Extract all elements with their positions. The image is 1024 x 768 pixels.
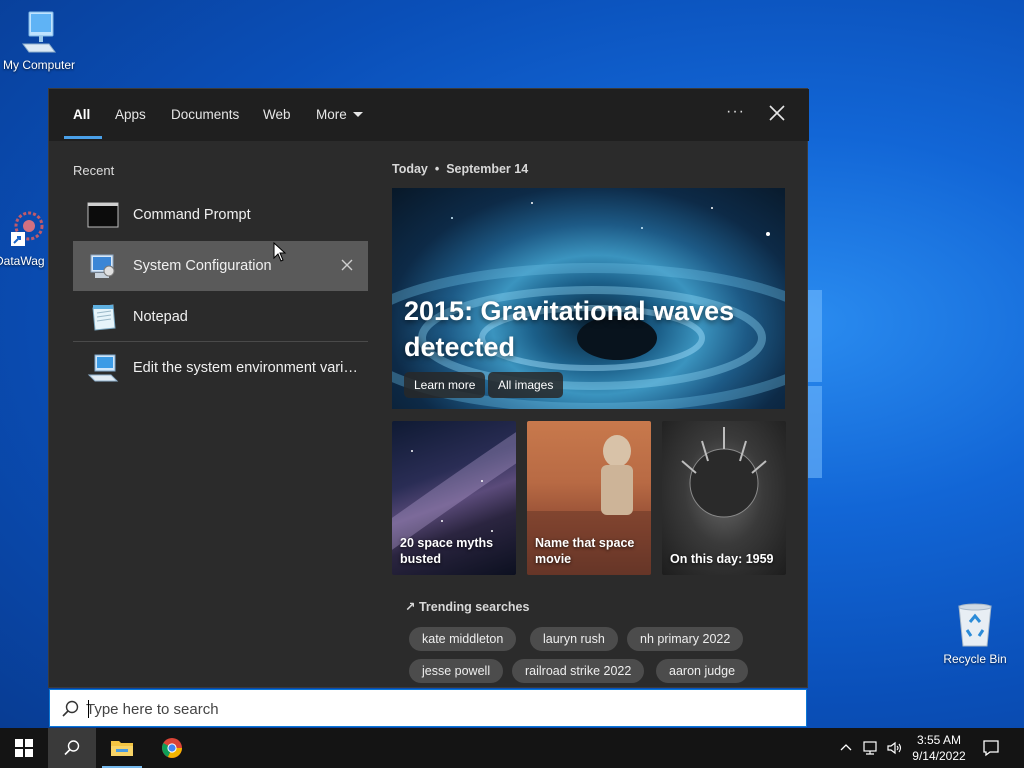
- windows-logo-icon: [15, 739, 33, 757]
- tab-apps[interactable]: Apps: [115, 107, 146, 122]
- tab-web[interactable]: Web: [263, 107, 291, 122]
- recent-item-system-configuration[interactable]: System Configuration: [73, 241, 368, 291]
- system-properties-icon: [87, 354, 119, 382]
- trending-up-icon: ↗: [405, 600, 416, 614]
- clock-date: 9/14/2022: [912, 749, 966, 763]
- recent-item-label: Edit the system environment variables: [133, 360, 365, 376]
- card-caption: On this day: 1959: [670, 552, 774, 566]
- hero-title: 2015: Gravitational waves detected: [404, 296, 735, 362]
- trending-chip[interactable]: jesse powell: [409, 659, 504, 683]
- trending-chip[interactable]: aaron judge: [656, 659, 749, 683]
- card-space-movie[interactable]: Name that space movie: [527, 421, 651, 575]
- tab-more-label: More: [316, 107, 347, 122]
- taskbar-search-box[interactable]: [49, 689, 807, 727]
- recent-divider: [73, 341, 368, 342]
- today-label: Today: [392, 162, 428, 176]
- search-panel: All Apps Documents Web More ··· Recent C…: [48, 88, 809, 688]
- tab-documents[interactable]: Documents: [171, 107, 239, 122]
- search-input[interactable]: [86, 697, 786, 721]
- close-icon[interactable]: [767, 103, 787, 123]
- computer-icon: [22, 11, 56, 53]
- notepad-icon: [92, 304, 116, 331]
- remove-from-list-icon[interactable]: [338, 256, 356, 274]
- search-icon: [62, 700, 79, 717]
- system-config-icon: [90, 254, 115, 278]
- trending-label: Trending searches: [418, 600, 530, 614]
- today-separator: •: [434, 162, 440, 176]
- action-center-button[interactable]: [968, 728, 1014, 768]
- recent-item-environment-variables[interactable]: Edit the system environment variables: [73, 343, 368, 393]
- trending-chip[interactable]: nh primary 2022: [627, 627, 744, 651]
- desktop-icon-label: DataWag: [0, 254, 45, 268]
- recent-item-label: Command Prompt: [133, 207, 251, 223]
- clock-time: 3:55 AM: [916, 733, 962, 747]
- recent-item-label: System Configuration: [133, 258, 272, 274]
- desktop-icon-datawag[interactable]: DataWag: [0, 206, 55, 268]
- desktop-light-beam: [808, 290, 822, 382]
- today-heading: Today • September 14: [392, 162, 528, 176]
- card-caption: 20 space myths busted: [400, 536, 494, 566]
- recent-item-notepad[interactable]: Notepad: [73, 292, 368, 342]
- desktop-icon-label: Recycle Bin: [943, 652, 1007, 666]
- all-images-button[interactable]: All images: [488, 372, 564, 398]
- card-on-this-day[interactable]: On this day: 1959: [662, 421, 786, 575]
- command-prompt-icon: [87, 202, 119, 228]
- recent-heading: Recent: [73, 163, 115, 178]
- search-tabs-bar: All Apps Documents Web More ···: [49, 89, 809, 141]
- trending-chip[interactable]: railroad strike 2022: [512, 659, 645, 683]
- active-tab-indicator: [64, 136, 102, 139]
- trending-chip[interactable]: lauryn rush: [530, 627, 618, 651]
- chrome-icon: [162, 738, 182, 758]
- taskbar-search-button[interactable]: [48, 728, 96, 768]
- recycle-bin-icon: [958, 603, 992, 647]
- tab-all[interactable]: All: [73, 107, 90, 122]
- system-tray: [838, 728, 904, 768]
- desktop-icon-my-computer[interactable]: My Computer: [0, 10, 81, 72]
- start-button[interactable]: [0, 728, 48, 768]
- network-icon[interactable]: [862, 740, 880, 756]
- folder-icon: [111, 741, 133, 756]
- more-options-button[interactable]: ···: [726, 103, 745, 121]
- card-caption: Name that space movie: [535, 536, 635, 566]
- show-hidden-icons-icon[interactable]: [838, 740, 854, 756]
- taskbar: 3:55 AM 9/14/2022: [0, 728, 1024, 768]
- today-date: September 14: [446, 162, 529, 176]
- notification-icon: [983, 740, 999, 757]
- search-icon: [64, 740, 80, 756]
- taskbar-chrome[interactable]: [148, 728, 196, 768]
- recent-item-label: Notepad: [133, 309, 188, 325]
- trending-chip[interactable]: kate middleton: [409, 627, 517, 651]
- trending-heading: ↗ Trending searches: [405, 599, 529, 614]
- desktop-light-beam: [808, 386, 822, 478]
- desktop-icon-label: My Computer: [2, 58, 76, 72]
- desktop-icon-recycle-bin[interactable]: Recycle Bin: [933, 602, 1017, 666]
- tab-more[interactable]: More: [316, 107, 363, 122]
- text-cursor: [88, 700, 89, 718]
- mouse-cursor-icon: [273, 242, 287, 262]
- highlight-hero-card[interactable]: 2015: Gravitational waves detected Learn…: [392, 188, 785, 409]
- card-space-myths[interactable]: 20 space myths busted: [392, 421, 516, 575]
- recent-item-command-prompt[interactable]: Command Prompt: [73, 190, 368, 240]
- taskbar-file-explorer[interactable]: [98, 728, 146, 768]
- learn-more-button[interactable]: Learn more: [404, 372, 486, 398]
- taskbar-clock[interactable]: 3:55 AM 9/14/2022: [904, 732, 974, 764]
- volume-icon[interactable]: [886, 740, 904, 756]
- chevron-down-icon: [352, 111, 363, 117]
